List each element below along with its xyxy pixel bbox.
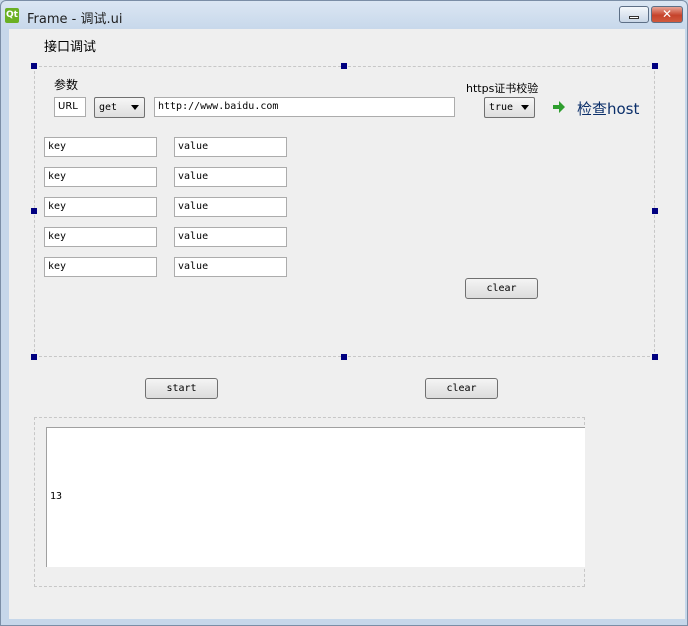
param-value-input[interactable]: value bbox=[174, 197, 287, 217]
param-key-input[interactable]: key bbox=[44, 167, 157, 187]
selection-handle[interactable] bbox=[652, 354, 658, 360]
output-text: 13 bbox=[50, 491, 63, 502]
title-bar[interactable]: Qt Frame - 调试.ui ✕ bbox=[1, 1, 687, 29]
param-value-input[interactable]: value bbox=[174, 137, 287, 157]
selection-handle[interactable] bbox=[31, 208, 37, 214]
qt-app-icon: Qt bbox=[5, 8, 19, 23]
https-verify-value: true bbox=[489, 102, 514, 113]
clear-button[interactable]: clear bbox=[425, 378, 498, 399]
form-canvas: 接口调试 参数 URL get http://www.baidu.com htt… bbox=[9, 29, 685, 619]
window-title: Frame - 调试.ui bbox=[27, 12, 123, 27]
minimize-button[interactable] bbox=[619, 6, 649, 23]
param-value-input[interactable]: value bbox=[174, 227, 287, 247]
clear-params-button[interactable]: clear bbox=[465, 278, 538, 299]
selection-handle[interactable] bbox=[652, 208, 658, 214]
selection-handle[interactable] bbox=[341, 63, 347, 69]
https-verify-label: https证书校验 bbox=[466, 82, 539, 95]
param-key-input[interactable]: key bbox=[44, 137, 157, 157]
param-key-input[interactable]: key bbox=[44, 197, 157, 217]
check-host-label[interactable]: 检查host bbox=[577, 98, 639, 119]
start-button[interactable]: start bbox=[145, 378, 218, 399]
chevron-down-icon bbox=[521, 105, 529, 110]
https-verify-select[interactable]: true bbox=[484, 97, 535, 118]
selection-handle[interactable] bbox=[341, 354, 347, 360]
section-title: 接口调试 bbox=[44, 40, 97, 55]
url-input[interactable]: http://www.baidu.com bbox=[154, 97, 455, 117]
method-value: get bbox=[99, 102, 118, 113]
param-key-input[interactable]: key bbox=[44, 257, 157, 277]
app-window: Qt Frame - 调试.ui ✕ 接口调试 参数 URL get http:… bbox=[0, 0, 688, 626]
arrow-right-icon bbox=[553, 101, 565, 113]
selection-handle[interactable] bbox=[652, 63, 658, 69]
output-text-area[interactable]: 13 bbox=[46, 427, 585, 567]
chevron-down-icon bbox=[131, 105, 139, 110]
param-value-input[interactable]: value bbox=[174, 257, 287, 277]
url-label-field[interactable]: URL bbox=[54, 97, 86, 117]
selection-handle[interactable] bbox=[31, 354, 37, 360]
method-select[interactable]: get bbox=[94, 97, 145, 118]
selection-handle[interactable] bbox=[31, 63, 37, 69]
params-label: 参数 bbox=[54, 78, 79, 92]
close-button[interactable]: ✕ bbox=[651, 6, 683, 23]
param-key-input[interactable]: key bbox=[44, 227, 157, 247]
param-value-input[interactable]: value bbox=[174, 167, 287, 187]
